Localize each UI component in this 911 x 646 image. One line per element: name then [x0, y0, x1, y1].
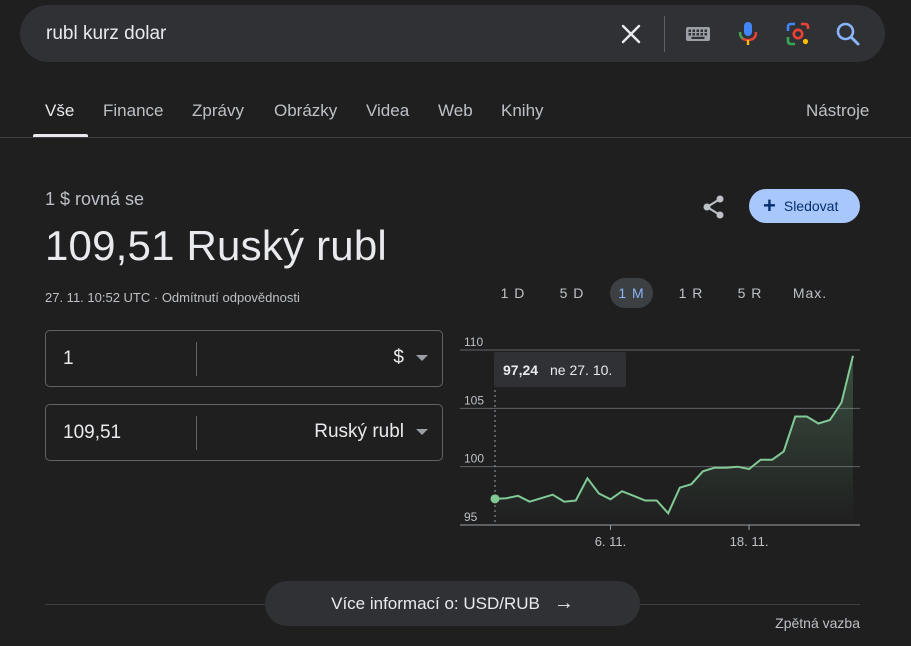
to-currency-select[interactable]: Ruský rubl — [314, 421, 428, 443]
to-currency-box: 109,51 Ruský rubl — [45, 404, 443, 461]
range-1d[interactable]: 1 D — [492, 278, 534, 308]
search-bar[interactable]: rubl kurz dolar — [20, 5, 885, 62]
tab-books[interactable]: Knihy — [501, 101, 544, 121]
input-separator — [196, 342, 197, 376]
follow-label: Sledovat — [783, 198, 839, 214]
range-1r[interactable]: 1 R — [670, 278, 712, 308]
tab-images[interactable]: Obrázky — [274, 101, 337, 121]
timestamp-disclaimer[interactable]: 27. 11. 10:52 UTC · Odmítnutí odpovědnos… — [45, 290, 300, 305]
tools-button[interactable]: Nástroje — [806, 101, 869, 121]
range-5r[interactable]: 5 R — [729, 278, 771, 308]
from-currency-label: $ — [393, 347, 404, 368]
input-separator — [196, 416, 197, 450]
search-tabs: Vše Finance Zprávy Obrázky Videa Web Kni… — [0, 90, 911, 138]
search-icon[interactable] — [823, 14, 873, 54]
feedback-link[interactable]: Zpětná vazba — [775, 615, 860, 631]
search-divider — [664, 15, 665, 52]
keyboard-icon[interactable] — [673, 14, 723, 54]
range-max[interactable]: Max. — [787, 278, 833, 308]
tab-videos[interactable]: Videa — [366, 101, 409, 121]
tab-news[interactable]: Zprávy — [192, 101, 244, 121]
chart-y-tick-label: 100 — [464, 452, 484, 466]
tooltip-value: 97,24 — [503, 362, 538, 378]
microphone-icon[interactable] — [723, 14, 773, 54]
exchange-rate-chart[interactable]: 95 100 105 110 6. 11. 18. 11. 97,24 ne 27. 1… — [455, 335, 870, 555]
equals-label: 1 $ rovná se — [45, 189, 145, 209]
tab-all[interactable]: Vše — [45, 101, 74, 121]
share-icon[interactable] — [696, 189, 732, 225]
tooltip-date: ne 27. 10. — [550, 362, 612, 378]
search-input[interactable]: rubl kurz dolar — [46, 23, 166, 45]
chart-y-tick-label: 95 — [464, 510, 478, 524]
chart-highlight-dot — [490, 494, 500, 504]
plus-icon: + — [763, 193, 776, 218]
more-info-label: Více informací o: USD/RUB — [331, 593, 540, 613]
chart-y-tick-label: 110 — [464, 335, 483, 349]
from-amount-input[interactable]: 1 — [63, 348, 74, 370]
lens-icon[interactable] — [773, 14, 823, 54]
tab-finance[interactable]: Finance — [103, 101, 163, 121]
from-currency-select[interactable]: $ — [393, 347, 428, 369]
to-amount-input[interactable]: 109,51 — [63, 422, 121, 444]
chart-y-tick-label: 105 — [464, 393, 484, 407]
chart-x-tick-label: 6. 11. — [595, 534, 627, 549]
range-5d[interactable]: 5 D — [551, 278, 593, 308]
search-actions — [606, 5, 885, 62]
chart-x-tick-label: 18. 11. — [730, 534, 769, 549]
clear-icon[interactable] — [606, 14, 656, 54]
chart-tooltip: 97,24 ne 27. 10. — [494, 352, 626, 387]
to-currency-label: Ruský rubl — [314, 421, 404, 442]
more-info-button[interactable]: Více informací o: USD/RUB → — [265, 581, 640, 626]
from-currency-box: 1 $ — [45, 330, 443, 387]
chevron-down-icon — [416, 355, 428, 361]
range-1m[interactable]: 1 M — [610, 278, 653, 308]
arrow-right-icon: → — [553, 592, 574, 614]
active-tab-indicator — [33, 134, 88, 137]
chevron-down-icon — [416, 429, 428, 435]
conversion-result: 109,51 Ruský rubl — [45, 222, 387, 269]
follow-button[interactable]: + Sledovat — [749, 189, 860, 223]
tab-web[interactable]: Web — [438, 101, 473, 121]
